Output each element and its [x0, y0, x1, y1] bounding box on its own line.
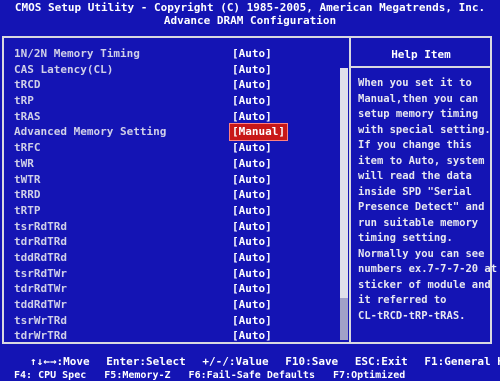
scrollbar-thumb[interactable]: [340, 68, 348, 298]
setting-row-trcd[interactable]: tRCD [Auto]: [14, 77, 344, 93]
setting-value[interactable]: [Auto]: [232, 297, 272, 313]
scrollbar[interactable]: [340, 68, 348, 340]
key-legend-line2: F4: CPU Spec F5:Memory-Z F6:Fail-Safe De…: [14, 370, 417, 381]
setting-value[interactable]: [Auto]: [232, 281, 272, 297]
key-legend: ↑↓←→:Move Enter:Select +/-/:Value F10:Sa…: [0, 348, 500, 381]
setting-label: tWR: [14, 156, 34, 170]
setting-value[interactable]: [Auto]: [232, 250, 272, 266]
help-title: Help Item: [391, 48, 451, 61]
setting-label: tdrRdTRd: [14, 235, 67, 249]
setting-row-trp[interactable]: tRP [Auto]: [14, 93, 344, 109]
help-line: Normally you can see: [358, 247, 485, 260]
f4-key-hint: F4: CPU Spec: [14, 370, 87, 381]
setting-label: tRP: [14, 94, 34, 108]
settings-list: 1N/2N Memory Timing [Auto] CAS Latency(CL…: [14, 46, 344, 344]
setting-row-tddrdtwr[interactable]: tddRdTWr [Auto]: [14, 297, 344, 313]
help-line: with special setting.: [358, 123, 491, 136]
setting-row-trrd[interactable]: tRRD [Auto]: [14, 187, 344, 203]
title-bar: CMOS Setup Utility - Copyright (C) 1985-…: [0, 0, 500, 36]
setting-value[interactable]: [Auto]: [232, 62, 272, 78]
help-line: it referred to: [358, 294, 447, 306]
setting-label: tdrRdTWr: [14, 282, 67, 296]
help-text: When you set it to Manual,then you can s…: [358, 76, 498, 324]
setting-label: tdrWrTRd: [14, 329, 67, 343]
help-line: will read the data: [358, 170, 472, 182]
f5-key-hint: F5:Memory-Z: [104, 370, 171, 381]
setting-value[interactable]: [Auto]: [232, 156, 272, 172]
setting-label: tRAS: [14, 109, 41, 123]
help-line: Presence Detect" and: [358, 201, 485, 213]
setting-row-twtr[interactable]: tWTR [Auto]: [14, 172, 344, 188]
setting-row-twr[interactable]: tWR [Auto]: [14, 156, 344, 172]
f7-key-hint: F7:Optimized: [333, 370, 406, 381]
setting-row-tdrrdtrd[interactable]: tdrRdTRd [Auto]: [14, 234, 344, 250]
setting-label: CAS Latency(CL): [14, 62, 114, 76]
setting-value[interactable]: [Auto]: [232, 172, 272, 188]
setting-label: tWTR: [14, 172, 41, 186]
setting-row-tsrrdtrd[interactable]: tsrRdTRd [Auto]: [14, 219, 344, 235]
setting-value[interactable]: [Auto]: [232, 328, 272, 344]
setting-value[interactable]: [Auto]: [232, 140, 272, 156]
help-line: If you change this: [358, 139, 472, 151]
select-key-hint: Enter:Select: [106, 355, 186, 368]
exit-key-hint: ESC:Exit: [354, 355, 408, 368]
setting-row-tddrdtrd[interactable]: tddRdTRd [Auto]: [14, 250, 344, 266]
setting-label: tddRdTRd: [14, 250, 67, 264]
setting-row-tsrwrtrd[interactable]: tsrWrTRd [Auto]: [14, 313, 344, 329]
help-line: When you set it to: [358, 77, 472, 89]
help-line: item to Auto, system: [358, 154, 485, 167]
help-line: run suitable memory: [358, 216, 479, 229]
setting-value[interactable]: [Auto]: [232, 77, 272, 93]
move-key-hint: ↑↓←→:Move: [30, 355, 90, 368]
f6-key-hint: F6:Fail-Safe Defaults: [188, 370, 315, 381]
setting-row-trfc[interactable]: tRFC [Auto]: [14, 140, 344, 156]
setting-value[interactable]: [Auto]: [232, 187, 272, 203]
setting-value[interactable]: [Auto]: [232, 219, 272, 235]
setting-label: 1N/2N Memory Timing: [14, 47, 140, 60]
page-title: Advance DRAM Configuration: [163, 14, 337, 27]
help-line: CL-tRCD-tRP-tRAS.: [358, 309, 466, 322]
save-key-hint: F10:Save: [285, 355, 339, 368]
value-key-hint: +/-/:Value: [202, 355, 269, 368]
help-line: timing setting.: [358, 232, 453, 244]
setting-label: tRFC: [14, 141, 41, 155]
setting-value[interactable]: [Auto]: [232, 93, 272, 109]
setting-row-trtp[interactable]: tRTP [Auto]: [14, 203, 344, 219]
key-legend-line1: ↑↓←→:Move Enter:Select +/-/:Value F10:Sa…: [30, 355, 500, 368]
help-line: inside SPD "Serial: [358, 185, 472, 198]
setting-label: tsrWrTRd: [14, 313, 67, 327]
setting-row-1n2n[interactable]: 1N/2N Memory Timing [Auto]: [14, 46, 344, 62]
setting-label: Advanced Memory Setting: [14, 125, 167, 139]
setting-label: tRCD: [14, 78, 41, 92]
setting-value[interactable]: [Auto]: [232, 46, 272, 62]
setting-row-tsrrdtwr[interactable]: tsrRdTWr [Auto]: [14, 266, 344, 282]
setting-row-cas-latency[interactable]: CAS Latency(CL) [Auto]: [14, 62, 344, 78]
setting-label: tsrRdTWr: [14, 266, 67, 280]
help-separator: [351, 66, 490, 68]
setting-value[interactable]: [Auto]: [232, 234, 272, 250]
setting-value[interactable]: [Auto]: [232, 203, 272, 219]
copyright-title: CMOS Setup Utility - Copyright (C) 1985-…: [14, 1, 486, 14]
setting-label: tsrRdTRd: [14, 219, 67, 233]
help-line: numbers ex.7-7-7-20 at: [358, 263, 498, 275]
setting-label: tRRD: [14, 188, 41, 202]
selected-setting-value[interactable]: [Manual]: [229, 123, 288, 142]
setting-row-tras[interactable]: tRAS [Auto]: [14, 109, 344, 125]
help-line: Manual,then you can: [358, 92, 479, 105]
help-line: sticker of module and: [358, 278, 491, 291]
setting-value[interactable]: [Auto]: [232, 313, 272, 329]
setting-label: tRTP: [14, 203, 41, 217]
setting-value[interactable]: [Auto]: [232, 109, 272, 125]
help-key-hint: F1:General Help: [424, 355, 500, 368]
setting-label: tddRdTWr: [14, 298, 67, 311]
panel-divider: [349, 36, 351, 344]
setting-row-advanced-memory[interactable]: Advanced Memory Setting [Manual]: [14, 123, 344, 142]
setting-value[interactable]: [Auto]: [232, 266, 272, 282]
help-line: setup memory timing: [358, 108, 479, 120]
setting-row-tdrwrtrd[interactable]: tdrWrTRd [Auto]: [14, 328, 344, 344]
setting-row-tdrrdtwr[interactable]: tdrRdTWr [Auto]: [14, 281, 344, 297]
